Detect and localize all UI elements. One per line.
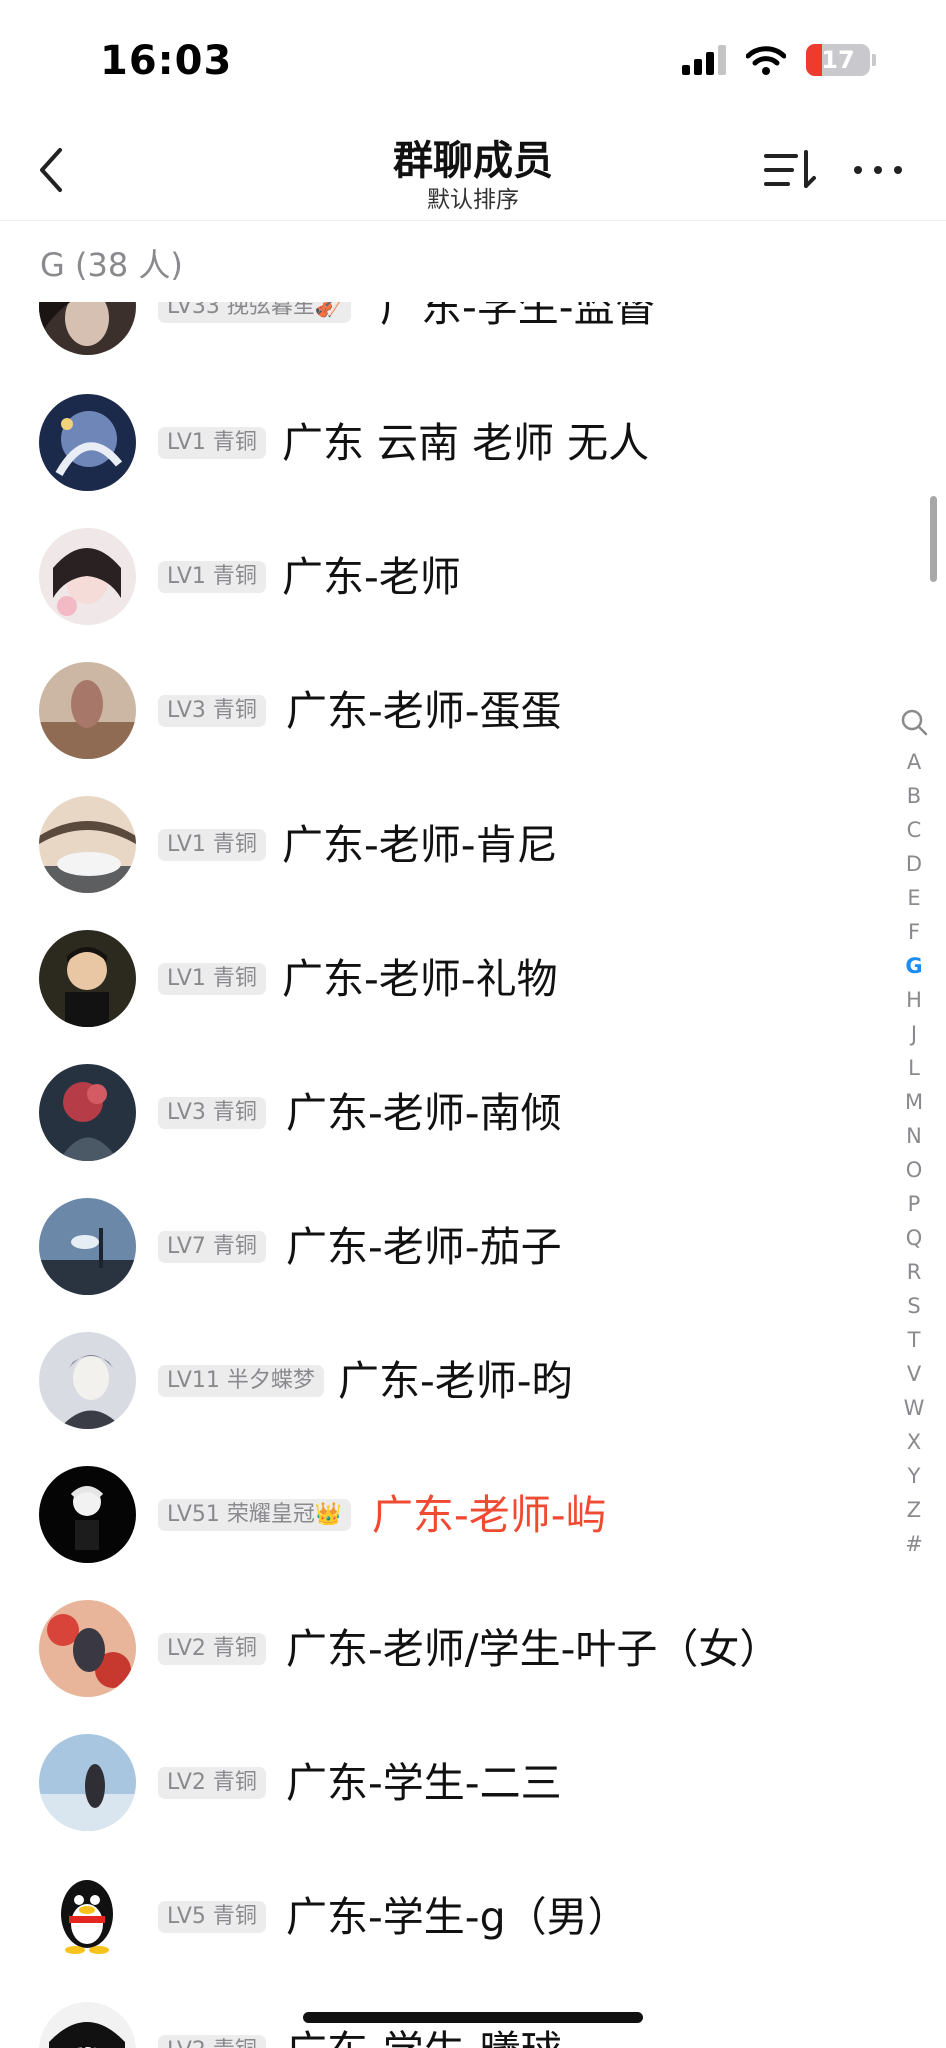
level-badge: LV3 青铜 (158, 1097, 266, 1129)
status-bar: 16:03 17 (0, 0, 946, 120)
member-row[interactable]: LV1 青铜 广东-老师-礼物 (0, 930, 900, 1063)
avatar (39, 2002, 136, 2048)
member-row[interactable]: LV2 青铜 广东-学生-曦球 (0, 2002, 900, 2048)
level-badge: LV51 荣耀皇冠👑 (158, 1499, 352, 1531)
avatar (39, 1332, 136, 1429)
index-letter[interactable]: R (892, 1255, 936, 1289)
member-row[interactable]: LV1 青铜 广东-老师 (0, 528, 900, 661)
avatar (39, 1466, 136, 1563)
member-name: 广东-老师 (282, 553, 461, 601)
member-row[interactable]: LV11 半夕蝶梦 广东-老师-昀 (0, 1332, 900, 1465)
alphabet-index: A B C D E F G H J L M N O P Q R S T V W X Y Z # (892, 707, 936, 1561)
member-name: 广东-老师/学生-叶子（女） (286, 1625, 781, 1673)
battery-cap (872, 54, 876, 66)
index-letter[interactable]: P (892, 1187, 936, 1221)
index-letter[interactable]: M (892, 1085, 936, 1119)
more-icon[interactable] (848, 142, 908, 198)
wifi-icon (746, 46, 786, 75)
level-badge: LV2 青铜 (158, 1767, 266, 1799)
index-letter[interactable]: W (892, 1391, 936, 1425)
member-name: 广东-学生-二三 (286, 1759, 562, 1807)
index-letter[interactable]: V (892, 1357, 936, 1391)
status-time: 16:03 (100, 38, 233, 84)
avatar (39, 1734, 136, 1831)
index-letter[interactable]: A (892, 745, 936, 779)
level-badge: LV1 青铜 (158, 963, 266, 995)
level-badge: LV3 青铜 (158, 695, 266, 727)
section-header: G (38 人) (40, 246, 183, 284)
index-letter[interactable]: E (892, 881, 936, 915)
avatar (39, 1064, 136, 1161)
index-letter[interactable]: G (892, 949, 936, 983)
index-letter[interactable]: J (892, 1017, 936, 1051)
member-name: 广东-老师-茄子 (286, 1223, 562, 1271)
member-name: 广东-学生-监督 (380, 302, 656, 331)
member-row[interactable]: LV3 青铜 广东-老师-南倾 (0, 1064, 900, 1197)
battery-level: 17 (821, 46, 855, 74)
member-list-viewport[interactable]: LV33 挽弦暮笙🎻 广东-学生-监督 LV1 青铜 广东 云南 老师 无人 L… (0, 302, 946, 2048)
alphabet-letters: A B C D E F G H J L M N O P Q R S T V W X Y Z # (892, 745, 936, 1561)
index-letter[interactable]: H (892, 983, 936, 1017)
index-letter[interactable]: Z (892, 1493, 936, 1527)
index-letter[interactable]: X (892, 1425, 936, 1459)
index-letter[interactable]: F (892, 915, 936, 949)
index-letter[interactable]: # (892, 1527, 936, 1561)
member-row[interactable]: LV1 青铜 广东-老师-肯尼 (0, 796, 900, 929)
member-row[interactable]: LV2 青铜 广东-学生-二三 (0, 1734, 900, 1867)
level-badge: LV1 青铜 (158, 561, 266, 593)
avatar (39, 930, 136, 1027)
member-row[interactable]: LV3 青铜 广东-老师-蛋蛋 (0, 662, 900, 795)
member-name: 广东-老师-礼物 (282, 955, 558, 1003)
level-badge: LV7 青铜 (158, 1231, 266, 1263)
level-badge: LV1 青铜 (158, 829, 266, 861)
cellular-signal-icon (682, 45, 726, 75)
scroll-indicator[interactable] (930, 496, 937, 582)
level-badge: LV2 青铜 (158, 2035, 266, 2048)
avatar (39, 796, 136, 893)
level-badge: LV33 挽弦暮笙🎻 (158, 302, 352, 323)
member-row[interactable]: LV7 青铜 广东-老师-茄子 (0, 1198, 900, 1331)
member-name: 广东-老师-屿 (372, 1491, 607, 1539)
index-letter[interactable]: T (892, 1323, 936, 1357)
member-row[interactable]: LV2 青铜 广东-老师/学生-叶子（女） (0, 1600, 900, 1733)
avatar (39, 528, 136, 625)
member-name: 广东-老师-肯尼 (282, 821, 558, 869)
avatar (39, 662, 136, 759)
level-badge: LV11 半夕蝶梦 (158, 1365, 324, 1397)
penguin-avatar-icon (39, 1868, 136, 1965)
index-letter[interactable]: D (892, 847, 936, 881)
member-row[interactable]: LV33 挽弦暮笙🎻 广东-学生-监督 (0, 302, 900, 391)
member-name: 广东-老师-蛋蛋 (286, 687, 562, 735)
index-letter[interactable]: S (892, 1289, 936, 1323)
index-letter[interactable]: Q (892, 1221, 936, 1255)
status-icons: 17 (682, 44, 876, 76)
nav-bar: 群聊成员 默认排序 (0, 120, 946, 221)
level-badge: LV5 青铜 (158, 1901, 266, 1933)
member-name: 广东-老师-昀 (338, 1357, 573, 1405)
index-letter[interactable]: Y (892, 1459, 936, 1493)
member-row[interactable]: LV5 青铜 广东-学生-g（男） (0, 1868, 900, 2001)
index-letter[interactable]: O (892, 1153, 936, 1187)
member-row[interactable]: LV1 青铜 广东 云南 老师 无人 (0, 394, 900, 527)
battery-icon: 17 (806, 44, 870, 76)
avatar (39, 1600, 136, 1697)
avatar (39, 302, 136, 355)
member-name: 广东 云南 老师 无人 (282, 419, 650, 467)
index-letter[interactable]: C (892, 813, 936, 847)
avatar (39, 1198, 136, 1295)
member-name: 广东-老师-南倾 (286, 1089, 562, 1137)
level-badge: LV1 青铜 (158, 427, 266, 459)
sort-icon[interactable] (760, 142, 820, 198)
index-letter[interactable]: L (892, 1051, 936, 1085)
avatar (39, 394, 136, 491)
index-letter[interactable]: B (892, 779, 936, 813)
member-name: 广东-学生-g（男） (286, 1893, 629, 1941)
member-row[interactable]: LV51 荣耀皇冠👑 广东-老师-屿 (0, 1466, 900, 1599)
index-letter[interactable]: N (892, 1119, 936, 1153)
search-icon[interactable] (899, 707, 929, 737)
level-badge: LV2 青铜 (158, 1633, 266, 1665)
home-indicator (303, 2012, 643, 2023)
